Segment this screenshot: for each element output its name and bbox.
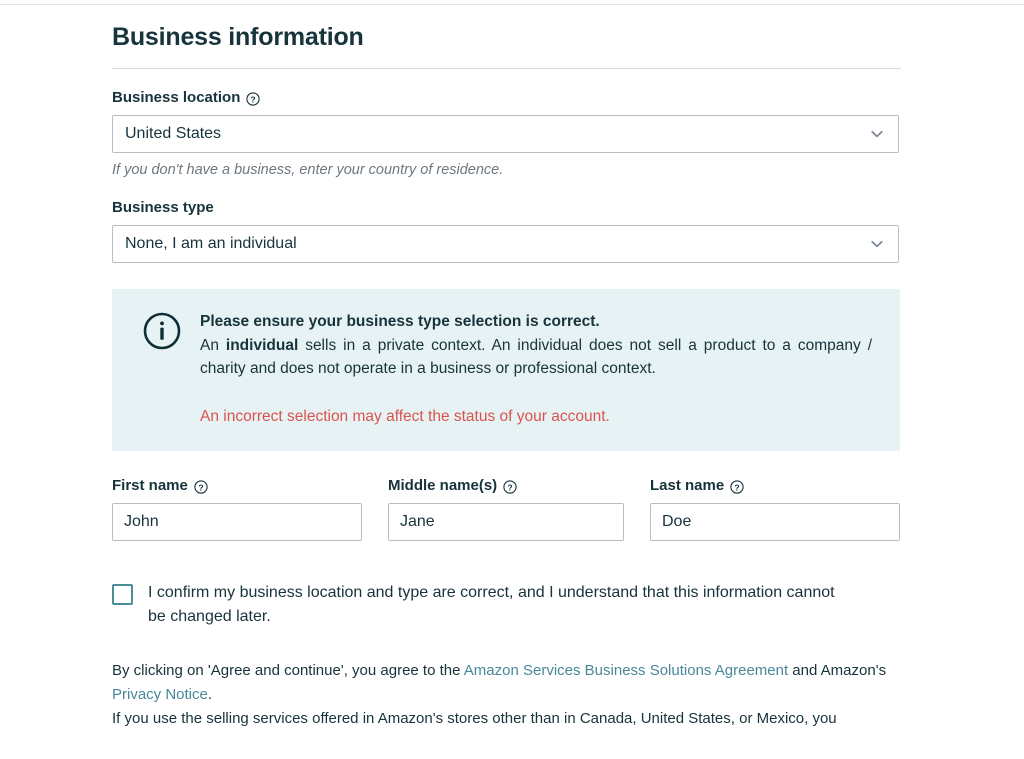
form-content: Business information Business location ?… <box>112 0 901 731</box>
business-location-field: Business location ? United States If you… <box>112 89 901 179</box>
page-title: Business information <box>112 23 364 51</box>
confirm-checkbox[interactable] <box>112 584 133 605</box>
confirm-checkbox-label: I confirm my business location and type … <box>148 584 835 625</box>
question-circle-icon[interactable]: ? <box>503 480 517 494</box>
business-type-label-text: Business type <box>112 199 214 216</box>
last-name-label: Last name ? <box>650 477 901 495</box>
first-name-label: First name ? <box>112 477 388 495</box>
question-circle-icon[interactable]: ? <box>246 92 261 106</box>
alert-text: An individual sells in a private context… <box>200 334 872 380</box>
alert-text-bold: individual <box>225 337 299 354</box>
business-location-select[interactable]: United States <box>112 115 899 153</box>
business-type-value: None, I am an individual <box>125 235 297 252</box>
name-fields-row: First name ? Middle name(s) <box>112 477 901 541</box>
chevron-down-icon <box>869 126 885 142</box>
alert-title: Please ensure your business type selecti… <box>200 313 600 330</box>
last-name-field: Last name ? <box>650 477 901 541</box>
svg-text:?: ? <box>735 482 740 492</box>
business-type-label: Business type <box>112 199 901 217</box>
first-name-field: First name ? <box>112 477 388 541</box>
middle-name-label: Middle name(s) ? <box>388 477 650 495</box>
first-name-label-text: First name <box>112 477 188 494</box>
legal-text: By clicking on 'Agree and continue', you… <box>112 659 887 731</box>
privacy-notice-link[interactable]: Privacy Notice <box>112 686 208 703</box>
last-name-label-text: Last name <box>650 477 725 494</box>
confirm-checkbox-row[interactable]: I confirm my business location and type … <box>112 581 901 629</box>
business-location-value: United States <box>125 125 222 142</box>
legal-line2: If you use the selling services offered … <box>112 710 837 727</box>
svg-text:?: ? <box>508 482 513 492</box>
business-information-page: Business information Business location ?… <box>0 0 1024 759</box>
question-circle-icon[interactable]: ? <box>194 480 208 494</box>
middle-name-field: Middle name(s) ? <box>388 477 650 541</box>
legal-line1-post: . <box>207 686 213 703</box>
business-location-label: Business location ? <box>112 89 901 107</box>
alert-warning-text: An incorrect selection may affect the st… <box>200 408 610 425</box>
business-location-label-text: Business location <box>112 89 241 106</box>
svg-text:?: ? <box>198 482 203 492</box>
alert-text-part2: sells in a private context. An individua… <box>200 337 873 377</box>
middle-name-label-text: Middle name(s) <box>388 477 498 494</box>
business-type-info-alert: Please ensure your business type selecti… <box>112 289 900 451</box>
middle-name-input[interactable] <box>388 503 624 541</box>
first-name-input[interactable] <box>112 503 362 541</box>
info-circle-icon <box>142 311 182 351</box>
alert-text-part1: An <box>200 337 226 354</box>
legal-line1-mid: and Amazon's <box>788 662 887 679</box>
business-type-select[interactable]: None, I am an individual <box>112 225 899 263</box>
business-type-field: Business type None, I am an individual <box>112 199 901 263</box>
title-divider <box>112 68 901 69</box>
last-name-input[interactable] <box>650 503 900 541</box>
business-solutions-agreement-link[interactable]: Amazon Services Business Solutions Agree… <box>464 662 788 679</box>
legal-line1-pre: By clicking on 'Agree and continue', you… <box>112 662 464 679</box>
alert-body: Please ensure your business type selecti… <box>200 309 882 427</box>
business-location-hint: If you don't have a business, enter your… <box>112 162 504 178</box>
svg-text:?: ? <box>251 94 256 104</box>
question-circle-icon[interactable]: ? <box>730 480 744 494</box>
chevron-down-icon <box>869 236 885 252</box>
